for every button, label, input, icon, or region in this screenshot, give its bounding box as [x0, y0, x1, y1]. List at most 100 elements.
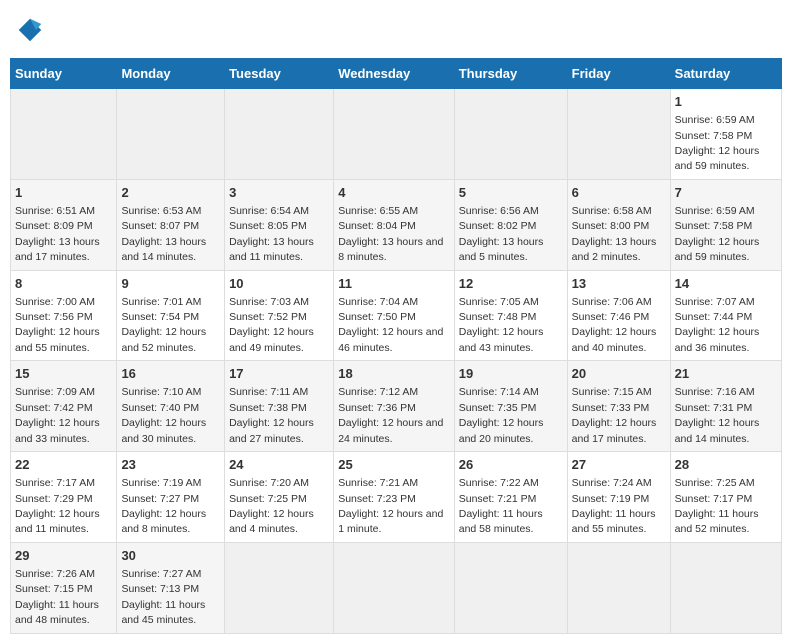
calendar-cell	[334, 89, 455, 180]
calendar-cell: 16 Sunrise: 7:10 AMSunset: 7:40 PMDaylig…	[117, 361, 225, 452]
calendar-cell: 23 Sunrise: 7:19 AMSunset: 7:27 PMDaylig…	[117, 452, 225, 543]
calendar-cell: 28 Sunrise: 7:25 AMSunset: 7:17 PMDaylig…	[670, 452, 781, 543]
day-info: Sunrise: 6:55 AMSunset: 8:04 PMDaylight:…	[338, 205, 443, 263]
day-info: Sunrise: 6:59 AMSunset: 7:58 PMDaylight:…	[675, 205, 760, 263]
day-info: Sunrise: 6:58 AMSunset: 8:00 PMDaylight:…	[572, 205, 657, 263]
calendar-cell: 30 Sunrise: 7:27 AMSunset: 7:13 PMDaylig…	[117, 542, 225, 633]
calendar-cell: 20 Sunrise: 7:15 AMSunset: 7:33 PMDaylig…	[567, 361, 670, 452]
page-header	[10, 10, 782, 50]
calendar-cell	[670, 542, 781, 633]
day-info: Sunrise: 7:20 AMSunset: 7:25 PMDaylight:…	[229, 477, 314, 535]
day-number: 19	[459, 365, 563, 383]
calendar-body: 1 Sunrise: 6:59 AMSunset: 7:58 PMDayligh…	[11, 89, 782, 634]
calendar-cell: 27 Sunrise: 7:24 AMSunset: 7:19 PMDaylig…	[567, 452, 670, 543]
day-number: 24	[229, 456, 329, 474]
day-number: 3	[229, 184, 329, 202]
calendar-cell: 14 Sunrise: 7:07 AMSunset: 7:44 PMDaylig…	[670, 270, 781, 361]
day-info: Sunrise: 7:26 AMSunset: 7:15 PMDaylight:…	[15, 568, 99, 626]
header-cell-monday: Monday	[117, 59, 225, 89]
header-cell-wednesday: Wednesday	[334, 59, 455, 89]
day-number: 2	[121, 184, 220, 202]
day-info: Sunrise: 7:03 AMSunset: 7:52 PMDaylight:…	[229, 296, 314, 354]
day-info: Sunrise: 7:14 AMSunset: 7:35 PMDaylight:…	[459, 386, 544, 444]
day-info: Sunrise: 7:17 AMSunset: 7:29 PMDaylight:…	[15, 477, 100, 535]
day-info: Sunrise: 7:12 AMSunset: 7:36 PMDaylight:…	[338, 386, 443, 444]
day-number: 28	[675, 456, 777, 474]
calendar-cell: 3 Sunrise: 6:54 AMSunset: 8:05 PMDayligh…	[225, 179, 334, 270]
day-info: Sunrise: 7:10 AMSunset: 7:40 PMDaylight:…	[121, 386, 206, 444]
week-row: 22 Sunrise: 7:17 AMSunset: 7:29 PMDaylig…	[11, 452, 782, 543]
calendar-cell	[117, 89, 225, 180]
header-cell-friday: Friday	[567, 59, 670, 89]
calendar-cell	[567, 89, 670, 180]
header-cell-thursday: Thursday	[454, 59, 567, 89]
day-info: Sunrise: 7:01 AMSunset: 7:54 PMDaylight:…	[121, 296, 206, 354]
week-row: 15 Sunrise: 7:09 AMSunset: 7:42 PMDaylig…	[11, 361, 782, 452]
day-number: 21	[675, 365, 777, 383]
calendar-cell: 2 Sunrise: 6:53 AMSunset: 8:07 PMDayligh…	[117, 179, 225, 270]
day-info: Sunrise: 7:11 AMSunset: 7:38 PMDaylight:…	[229, 386, 314, 444]
day-number: 12	[459, 275, 563, 293]
calendar-cell	[11, 89, 117, 180]
day-info: Sunrise: 7:00 AMSunset: 7:56 PMDaylight:…	[15, 296, 100, 354]
day-number: 11	[338, 275, 450, 293]
calendar-cell: 26 Sunrise: 7:22 AMSunset: 7:21 PMDaylig…	[454, 452, 567, 543]
header-cell-sunday: Sunday	[11, 59, 117, 89]
calendar-header: SundayMondayTuesdayWednesdayThursdayFrid…	[11, 59, 782, 89]
day-number: 15	[15, 365, 112, 383]
day-number: 7	[675, 184, 777, 202]
calendar-cell: 13 Sunrise: 7:06 AMSunset: 7:46 PMDaylig…	[567, 270, 670, 361]
day-number: 6	[572, 184, 666, 202]
day-number: 18	[338, 365, 450, 383]
day-info: Sunrise: 7:21 AMSunset: 7:23 PMDaylight:…	[338, 477, 443, 535]
day-number: 5	[459, 184, 563, 202]
day-number: 4	[338, 184, 450, 202]
calendar-cell: 10 Sunrise: 7:03 AMSunset: 7:52 PMDaylig…	[225, 270, 334, 361]
day-info: Sunrise: 6:54 AMSunset: 8:05 PMDaylight:…	[229, 205, 314, 263]
calendar-cell: 8 Sunrise: 7:00 AMSunset: 7:56 PMDayligh…	[11, 270, 117, 361]
day-info: Sunrise: 7:07 AMSunset: 7:44 PMDaylight:…	[675, 296, 760, 354]
day-info: Sunrise: 7:16 AMSunset: 7:31 PMDaylight:…	[675, 386, 760, 444]
day-number: 23	[121, 456, 220, 474]
day-number: 13	[572, 275, 666, 293]
week-row: 1 Sunrise: 6:59 AMSunset: 7:58 PMDayligh…	[11, 89, 782, 180]
calendar-cell: 12 Sunrise: 7:05 AMSunset: 7:48 PMDaylig…	[454, 270, 567, 361]
calendar-cell: 24 Sunrise: 7:20 AMSunset: 7:25 PMDaylig…	[225, 452, 334, 543]
calendar-cell: 1 Sunrise: 6:59 AMSunset: 7:58 PMDayligh…	[670, 89, 781, 180]
day-number: 1	[675, 93, 777, 111]
calendar-cell: 21 Sunrise: 7:16 AMSunset: 7:31 PMDaylig…	[670, 361, 781, 452]
calendar-cell: 15 Sunrise: 7:09 AMSunset: 7:42 PMDaylig…	[11, 361, 117, 452]
day-info: Sunrise: 7:27 AMSunset: 7:13 PMDaylight:…	[121, 568, 205, 626]
calendar-cell: 9 Sunrise: 7:01 AMSunset: 7:54 PMDayligh…	[117, 270, 225, 361]
day-number: 10	[229, 275, 329, 293]
day-number: 14	[675, 275, 777, 293]
day-number: 1	[15, 184, 112, 202]
day-number: 29	[15, 547, 112, 565]
calendar-cell: 6 Sunrise: 6:58 AMSunset: 8:00 PMDayligh…	[567, 179, 670, 270]
day-info: Sunrise: 7:24 AMSunset: 7:19 PMDaylight:…	[572, 477, 656, 535]
day-number: 25	[338, 456, 450, 474]
calendar-cell: 25 Sunrise: 7:21 AMSunset: 7:23 PMDaylig…	[334, 452, 455, 543]
header-cell-saturday: Saturday	[670, 59, 781, 89]
calendar-cell	[334, 542, 455, 633]
logo	[15, 15, 49, 45]
logo-icon	[15, 15, 45, 45]
day-number: 17	[229, 365, 329, 383]
day-number: 27	[572, 456, 666, 474]
calendar-cell: 7 Sunrise: 6:59 AMSunset: 7:58 PMDayligh…	[670, 179, 781, 270]
calendar-table: SundayMondayTuesdayWednesdayThursdayFrid…	[10, 58, 782, 634]
calendar-cell: 5 Sunrise: 6:56 AMSunset: 8:02 PMDayligh…	[454, 179, 567, 270]
day-number: 9	[121, 275, 220, 293]
calendar-cell	[225, 89, 334, 180]
calendar-cell	[454, 89, 567, 180]
day-number: 8	[15, 275, 112, 293]
day-info: Sunrise: 7:19 AMSunset: 7:27 PMDaylight:…	[121, 477, 206, 535]
day-info: Sunrise: 6:51 AMSunset: 8:09 PMDaylight:…	[15, 205, 100, 263]
day-info: Sunrise: 7:15 AMSunset: 7:33 PMDaylight:…	[572, 386, 657, 444]
calendar-cell: 18 Sunrise: 7:12 AMSunset: 7:36 PMDaylig…	[334, 361, 455, 452]
header-row: SundayMondayTuesdayWednesdayThursdayFrid…	[11, 59, 782, 89]
day-info: Sunrise: 7:05 AMSunset: 7:48 PMDaylight:…	[459, 296, 544, 354]
week-row: 1 Sunrise: 6:51 AMSunset: 8:09 PMDayligh…	[11, 179, 782, 270]
calendar-cell: 1 Sunrise: 6:51 AMSunset: 8:09 PMDayligh…	[11, 179, 117, 270]
day-info: Sunrise: 7:22 AMSunset: 7:21 PMDaylight:…	[459, 477, 543, 535]
